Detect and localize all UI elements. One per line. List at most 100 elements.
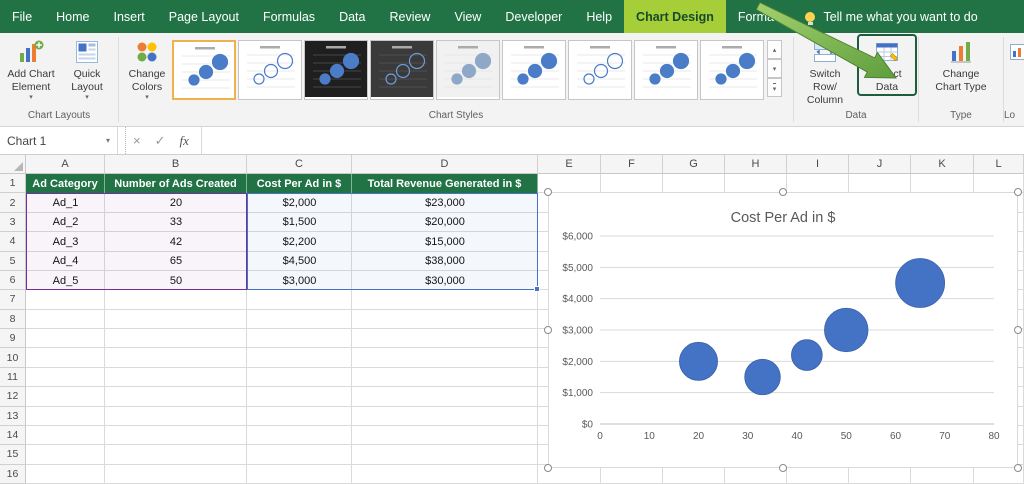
chart-selection-handle[interactable] (779, 464, 787, 472)
tell-me-box[interactable]: Tell me what you want to do (805, 0, 977, 33)
table-cell-B6[interactable]: 50 (105, 271, 247, 290)
chart-selection-handle[interactable] (544, 464, 552, 472)
chart-selection-handle[interactable] (544, 326, 552, 334)
column-header-G[interactable]: G (663, 155, 725, 174)
menu-tab-help[interactable]: Help (574, 0, 624, 33)
row-header-8[interactable]: 8 (0, 310, 26, 329)
row-header-9[interactable]: 9 (0, 329, 26, 348)
menu-tab-home[interactable]: Home (44, 0, 101, 33)
chart-style-thumbnail-7[interactable] (568, 40, 632, 100)
table-header-cell-C1[interactable]: Cost Per Ad in $ (247, 174, 352, 193)
chart-selection-handle[interactable] (779, 188, 787, 196)
table-cell-D6[interactable]: $30,000 (352, 271, 538, 290)
worksheet-grid[interactable]: ABCDEFGHIJKL12345678910111213141516Ad Ca… (0, 155, 1024, 484)
column-header-A[interactable]: A (26, 155, 105, 174)
chart-selection-handle[interactable] (1014, 464, 1022, 472)
chart-selection-handle[interactable] (544, 188, 552, 196)
row-header-11[interactable]: 11 (0, 368, 26, 387)
table-cell-B4[interactable]: 42 (105, 232, 247, 251)
menu-tab-file[interactable]: File (0, 0, 44, 33)
table-cell-A5[interactable]: Ad_4 (26, 252, 105, 271)
table-cell-A2[interactable]: Ad_1 (26, 193, 105, 212)
table-cell-D3[interactable]: $20,000 (352, 213, 538, 232)
table-cell-B2[interactable]: 20 (105, 193, 247, 212)
add-chart-element-button[interactable]: Add Chart Element ▾ (3, 36, 59, 101)
menu-tab-review[interactable]: Review (377, 0, 442, 33)
chart-style-thumbnail-1[interactable] (172, 40, 236, 100)
chart-style-thumbnail-3[interactable] (304, 40, 368, 100)
row-header-15[interactable]: 15 (0, 445, 26, 464)
table-cell-B5[interactable]: 65 (105, 252, 247, 271)
chart-style-thumbnail-5[interactable] (436, 40, 500, 100)
column-header-F[interactable]: F (601, 155, 663, 174)
table-cell-D4[interactable]: $15,000 (352, 232, 538, 251)
menu-tab-insert[interactable]: Insert (102, 0, 157, 33)
table-header-cell-A1[interactable]: Ad Category (26, 174, 105, 193)
table-cell-A3[interactable]: Ad_2 (26, 213, 105, 232)
gallery-more-icon[interactable]: ▾ (767, 78, 782, 97)
formula-bar-grip[interactable] (118, 127, 126, 154)
chart-selection-handle[interactable] (1014, 326, 1022, 334)
row-header-7[interactable]: 7 (0, 290, 26, 309)
column-header-C[interactable]: C (247, 155, 352, 174)
menu-tab-format[interactable]: Format (726, 0, 790, 33)
table-cell-B3[interactable]: 33 (105, 213, 247, 232)
row-header-5[interactable]: 5 (0, 252, 26, 271)
column-header-L[interactable]: L (974, 155, 1024, 174)
row-header-6[interactable]: 6 (0, 271, 26, 290)
column-header-E[interactable]: E (538, 155, 601, 174)
row-header-1[interactable]: 1 (0, 174, 26, 193)
menu-tab-view[interactable]: View (442, 0, 493, 33)
row-header-13[interactable]: 13 (0, 407, 26, 426)
formula-input[interactable] (202, 127, 1024, 154)
table-cell-C6[interactable]: $3,000 (247, 271, 352, 290)
chart-style-thumbnail-8[interactable] (634, 40, 698, 100)
row-header-16[interactable]: 16 (0, 465, 26, 484)
column-header-K[interactable]: K (911, 155, 974, 174)
chart-style-thumbnail-2[interactable] (238, 40, 302, 100)
move-chart-button-partial[interactable] (1007, 36, 1024, 68)
switch-row-column-button[interactable]: Switch Row/ Column (797, 36, 853, 107)
row-header-12[interactable]: 12 (0, 387, 26, 406)
row-header-4[interactable]: 4 (0, 232, 26, 251)
menu-tab-developer[interactable]: Developer (493, 0, 574, 33)
insert-function-button[interactable]: fx (173, 127, 202, 154)
row-header-3[interactable]: 3 (0, 213, 26, 232)
row-header-10[interactable]: 10 (0, 348, 26, 367)
change-chart-type-button[interactable]: Change Chart Type (933, 36, 989, 94)
menu-tab-formulas[interactable]: Formulas (251, 0, 327, 33)
column-header-B[interactable]: B (105, 155, 247, 174)
chart-style-thumbnail-6[interactable] (502, 40, 566, 100)
table-cell-D2[interactable]: $23,000 (352, 193, 538, 212)
table-header-cell-D1[interactable]: Total Revenue Generated in $ (352, 174, 538, 193)
menu-tab-chart-design[interactable]: Chart Design (624, 0, 726, 33)
gallery-scroll-down-icon[interactable]: ▾ (767, 59, 782, 78)
table-cell-A4[interactable]: Ad_3 (26, 232, 105, 251)
column-header-D[interactable]: D (352, 155, 538, 174)
name-box[interactable]: Chart 1 ▾ (0, 127, 118, 154)
embedded-chart[interactable]: $0$1,000$2,000$3,000$4,000$5,000$6,00001… (548, 192, 1018, 468)
column-header-I[interactable]: I (787, 155, 849, 174)
chart-style-thumbnail-4[interactable] (370, 40, 434, 100)
enter-icon[interactable]: ✓ (148, 127, 173, 154)
quick-layout-button[interactable]: Quick Layout ▾ (59, 36, 115, 101)
column-header-J[interactable]: J (849, 155, 911, 174)
table-cell-C3[interactable]: $1,500 (247, 213, 352, 232)
menu-tab-page-layout[interactable]: Page Layout (157, 0, 251, 33)
chart-style-thumbnail-9[interactable] (700, 40, 764, 100)
row-header-14[interactable]: 14 (0, 426, 26, 445)
table-cell-C4[interactable]: $2,200 (247, 232, 352, 251)
table-cell-C2[interactable]: $2,000 (247, 193, 352, 212)
chart-selection-handle[interactable] (1014, 188, 1022, 196)
column-header-H[interactable]: H (725, 155, 787, 174)
table-cell-D5[interactable]: $38,000 (352, 252, 538, 271)
menu-tab-data[interactable]: Data (327, 0, 377, 33)
name-box-dropdown-icon[interactable]: ▾ (106, 136, 110, 145)
select-all-button[interactable] (0, 155, 26, 174)
select-data-button[interactable]: Select Data (859, 36, 915, 94)
table-header-cell-B1[interactable]: Number of Ads Created (105, 174, 247, 193)
table-cell-C5[interactable]: $4,500 (247, 252, 352, 271)
cancel-icon[interactable]: × (126, 127, 148, 154)
row-header-2[interactable]: 2 (0, 193, 26, 212)
table-cell-A6[interactable]: Ad_5 (26, 271, 105, 290)
